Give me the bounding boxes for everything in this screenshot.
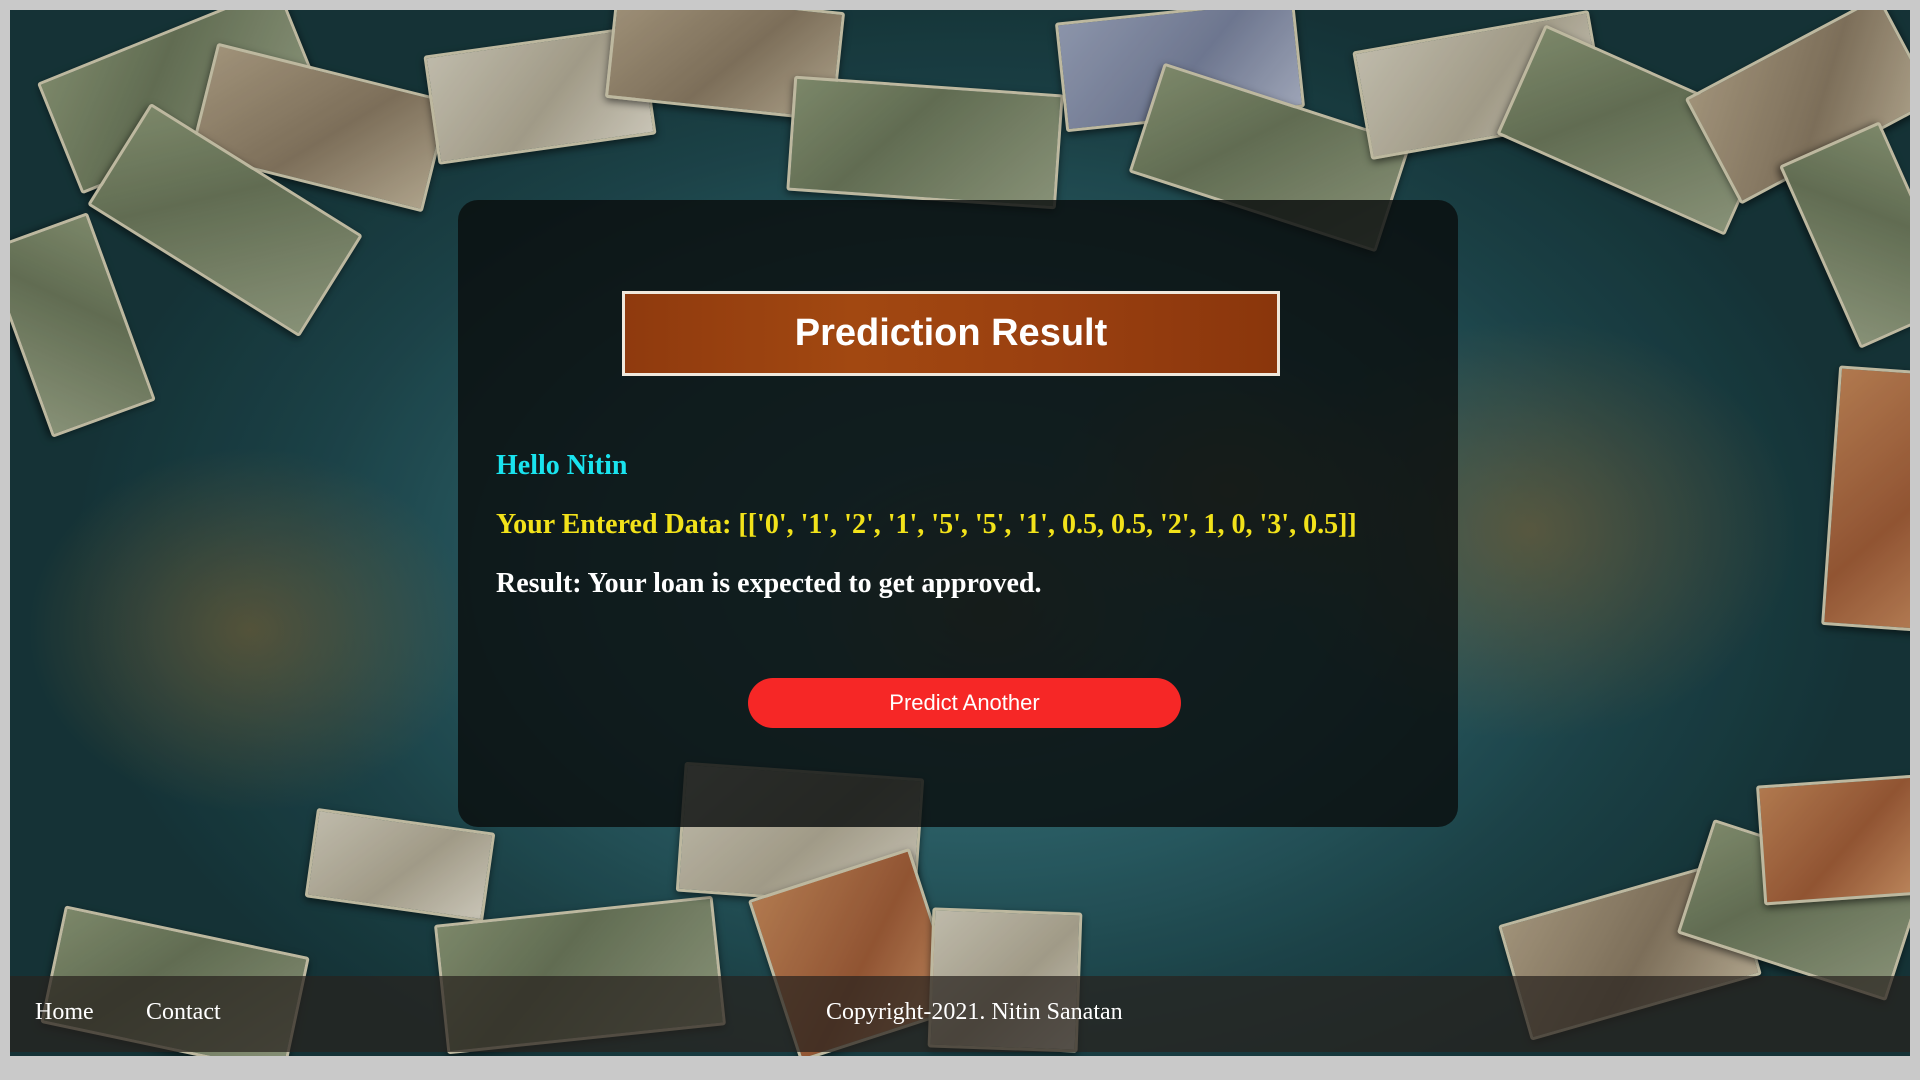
predict-another-button[interactable]: Predict Another [748,678,1181,728]
entered-data-text: Your Entered Data: [['0', '1', '2', '1',… [496,509,1357,540]
page-title: Prediction Result [794,312,1108,354]
footer-link-contact[interactable]: Contact [146,999,221,1026]
footer-bar: Home Contact Copyright-2021. Nitin Sanat… [10,976,1910,1052]
copyright-text: Copyright-2021. Nitin Sanatan [826,999,1123,1025]
result-card: Prediction Result Hello Nitin Your Enter… [458,200,1458,827]
greeting-text: Hello Nitin [496,450,628,481]
result-text: Result: Your loan is expected to get app… [496,568,1042,599]
title-banner: Prediction Result [622,291,1280,376]
footer-link-home[interactable]: Home [35,999,94,1026]
